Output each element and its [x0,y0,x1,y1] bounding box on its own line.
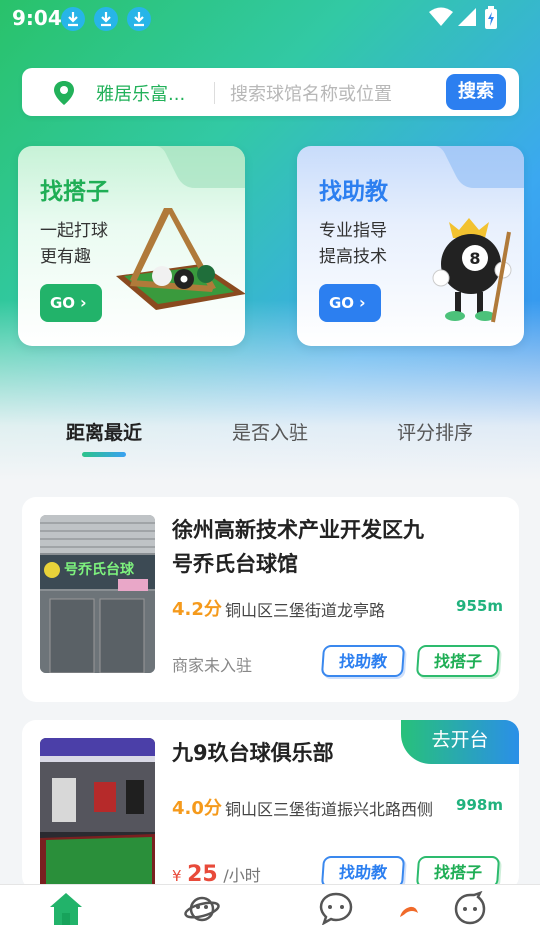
location-pin-icon[interactable] [52,80,76,106]
go-button[interactable]: GO › [319,284,381,322]
price-currency: ¥ [172,867,182,885]
wifi-icon [429,7,453,26]
svg-text:8: 8 [469,249,480,268]
card-corner-decoration [434,146,524,188]
search-bar: 雅居乐富... 搜索球馆名称或位置 搜索 [22,68,519,116]
eight-ball-mascot-illustration: 8 [432,218,512,323]
battery-icon [485,6,497,29]
venue-rating: 4.0分 [172,798,222,819]
chat-icon[interactable] [318,891,354,925]
find-coach-button[interactable]: 找助教 [320,645,406,677]
venue-address: 铜山区三堡街道龙亭路 [225,601,386,620]
card-subtitle-line2: 提高技术 [319,247,387,267]
chevron-right-icon: › [359,293,366,312]
venue-photo-image [40,515,155,673]
find-coach-card[interactable]: 找助教 专业指导 提高技术 GO › 8 [297,146,524,346]
download-icon [94,7,118,31]
billiard-table-illustration [116,208,245,310]
venue-photo: 号乔氏台球 [40,515,155,673]
chevron-right-icon: › [80,293,87,312]
tab-settled[interactable]: 是否入驻 [232,418,308,445]
download-icon [61,7,85,31]
go-label: GO [50,294,76,312]
venue-name: 徐州高新技术产业开发区九号乔氏台球馆 [172,518,424,576]
card-title: 找搭子 [40,179,109,205]
bottom-nav [0,884,540,926]
find-partner-button[interactable]: 找搭子 [415,645,501,677]
search-input[interactable]: 搜索球馆名称或位置 [230,80,392,106]
venue-photo-image [40,738,155,890]
search-button[interactable]: 搜索 [446,74,506,110]
planet-icon[interactable] [184,891,220,925]
download-icon [127,7,151,31]
venue-sign-text: 号乔氏台球 [64,562,134,578]
profile-icon[interactable] [452,891,488,925]
status-bar: 9:04 [0,0,540,36]
card-subtitle-line2: 更有趣 [40,247,91,267]
tab-rating[interactable]: 评分排序 [397,418,473,445]
card-corner-decoration [155,146,245,188]
card-subtitle-line1: 一起打球 [40,221,108,241]
card-subtitle-line1: 专业指导 [319,221,387,241]
tab-active-indicator [82,452,126,457]
find-partner-card[interactable]: 找搭子 一起打球 更有趣 GO › [18,146,245,346]
home-icon[interactable] [48,891,84,925]
tab-distance[interactable]: 距离最近 [66,418,142,445]
signal-icon [458,8,476,26]
status-time: 9:04 [12,6,62,30]
card-title: 找助教 [319,179,388,205]
venue-distance: 955m [456,597,503,615]
current-location[interactable]: 雅居乐富... [96,80,185,106]
venue-name: 九9玖台球俱乐部 [172,741,334,765]
venue-rating: 4.2分 [172,599,222,620]
venue-distance: 998m [456,796,503,814]
go-label: GO [329,294,355,312]
venue-status: 商家未入驻 [172,656,253,675]
venue-card[interactable]: 号乔氏台球 徐州高新技术产业开发区九号乔氏台球馆 4.2分 铜山区三堡街道龙亭路… [22,497,519,702]
go-button[interactable]: GO › [40,284,102,322]
venue-address: 铜山区三堡街道振兴北路西侧 [225,800,434,819]
flame-badge-icon [400,906,418,917]
price-unit: /小时 [223,866,261,885]
search-divider [214,82,215,104]
venue-photo [40,738,155,890]
venue-card[interactable]: 去开台 九9玖台球俱乐部 4.0分 铜山区三堡街道振兴北路西侧 998m ¥ 2… [22,720,519,890]
